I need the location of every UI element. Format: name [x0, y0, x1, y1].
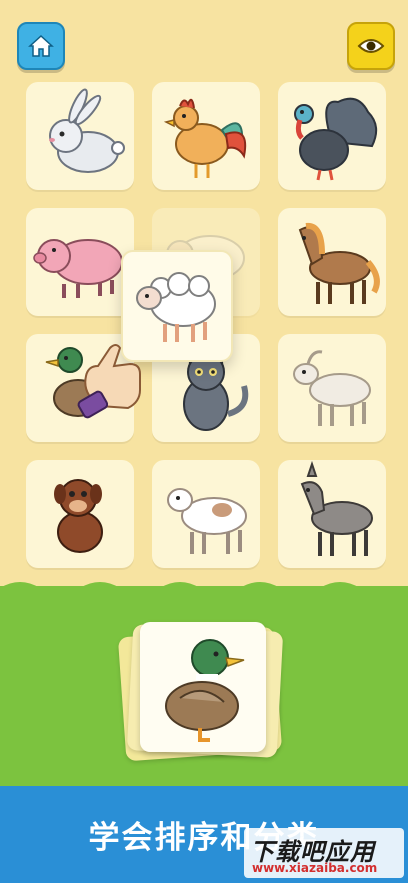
- pointer-hand-icon: [77, 344, 141, 419]
- dog-icon: [54, 479, 103, 553]
- eye-button[interactable]: [347, 22, 395, 70]
- turkey-icon: [294, 97, 378, 181]
- watermark-url: www.xiazaiba.com: [252, 861, 378, 875]
- home-button[interactable]: [17, 22, 65, 70]
- animal-card-rooster[interactable]: [152, 82, 260, 190]
- rooster-icon: [163, 98, 247, 178]
- animal-card-horse[interactable]: [278, 208, 386, 316]
- animal-card-goat[interactable]: [278, 334, 386, 442]
- eye-icon: [357, 39, 385, 53]
- cow-icon: [167, 488, 247, 554]
- animal-card-turkey[interactable]: [278, 82, 386, 190]
- deck-top-card-duck[interactable]: [140, 622, 266, 752]
- goat-icon: [293, 350, 371, 426]
- home-icon: [28, 34, 54, 57]
- animal-card-pig[interactable]: [26, 208, 134, 316]
- donkey-icon: [300, 460, 373, 556]
- animal-card-dog[interactable]: [26, 460, 134, 568]
- rabbit-icon: [49, 88, 125, 173]
- animal-card-cow[interactable]: [152, 460, 260, 568]
- pig-icon: [33, 239, 123, 298]
- duck-icon: [165, 639, 245, 742]
- animal-card-donkey[interactable]: [278, 460, 386, 568]
- animal-card-rabbit[interactable]: [26, 82, 134, 190]
- horse-icon: [298, 222, 380, 304]
- watermark: 下载吧应用 www.xiazaiba.com: [244, 828, 404, 878]
